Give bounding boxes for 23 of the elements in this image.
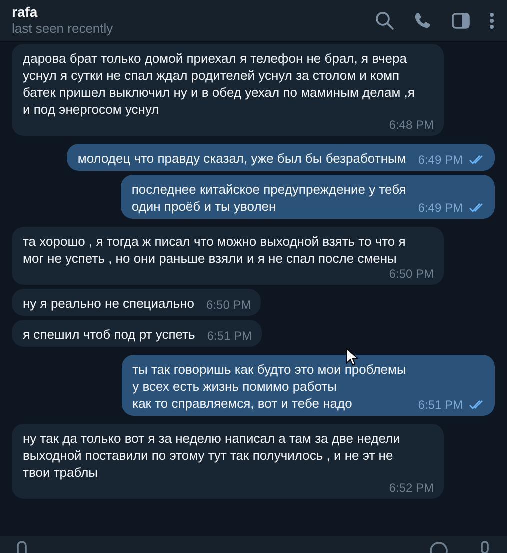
message-time: 6:50 PM [206, 298, 252, 312]
message-time: 6:48 PM [389, 118, 434, 132]
message-time: 6:51 PM [418, 398, 463, 412]
message-text: дарова брат только домой приехал я телефон не брал, я вчера уснул я сутки не спал ждал родителей уснул за столом и комп батек пришел выключил ну и в обед уехал по маминым делам ,я и под энергосом уснул [23, 50, 415, 118]
message-time: 6:50 PM [389, 267, 434, 281]
message-text: последнее китайское предупреждение у тебя один проёб и ты уволен [132, 181, 406, 215]
search-icon[interactable] [375, 10, 395, 30]
contact-name: rafa [12, 4, 39, 20]
message-time: 6:51 PM [207, 329, 252, 343]
message-time: 6:52 PM [389, 481, 434, 495]
last-seen-status: last seen recently [12, 20, 114, 37]
message-time: 6:49 PM [418, 201, 463, 215]
more-options-icon[interactable] [489, 10, 495, 30]
sidebar-toggle-icon[interactable] [451, 10, 471, 30]
message-text: ну так да только вот я за неделю написал а там за две недели выходной поставили по этому тут так получилось , и не эт не твои траблы [23, 430, 400, 481]
mouse-cursor-icon [346, 348, 358, 366]
phone-icon[interactable] [413, 10, 433, 30]
message-text: молодец что правду сказал, уже был бы безработным [78, 150, 406, 167]
message-text: та хорошо , я тогда ж писал что можно выходной взять то что я мог не успеть , но они раньше взяли и я не спал после смены [23, 233, 406, 267]
message-text: ну я реально не специально [23, 295, 195, 312]
message-time: 6:49 PM [418, 153, 463, 167]
message-text: ты так говоришь как будто это мои проблемы у всех есть жизнь помимо работы как то справляемся, вот и тебе надо [132, 361, 406, 412]
message-text: я спешил чтоб под рт успеть [23, 326, 196, 343]
